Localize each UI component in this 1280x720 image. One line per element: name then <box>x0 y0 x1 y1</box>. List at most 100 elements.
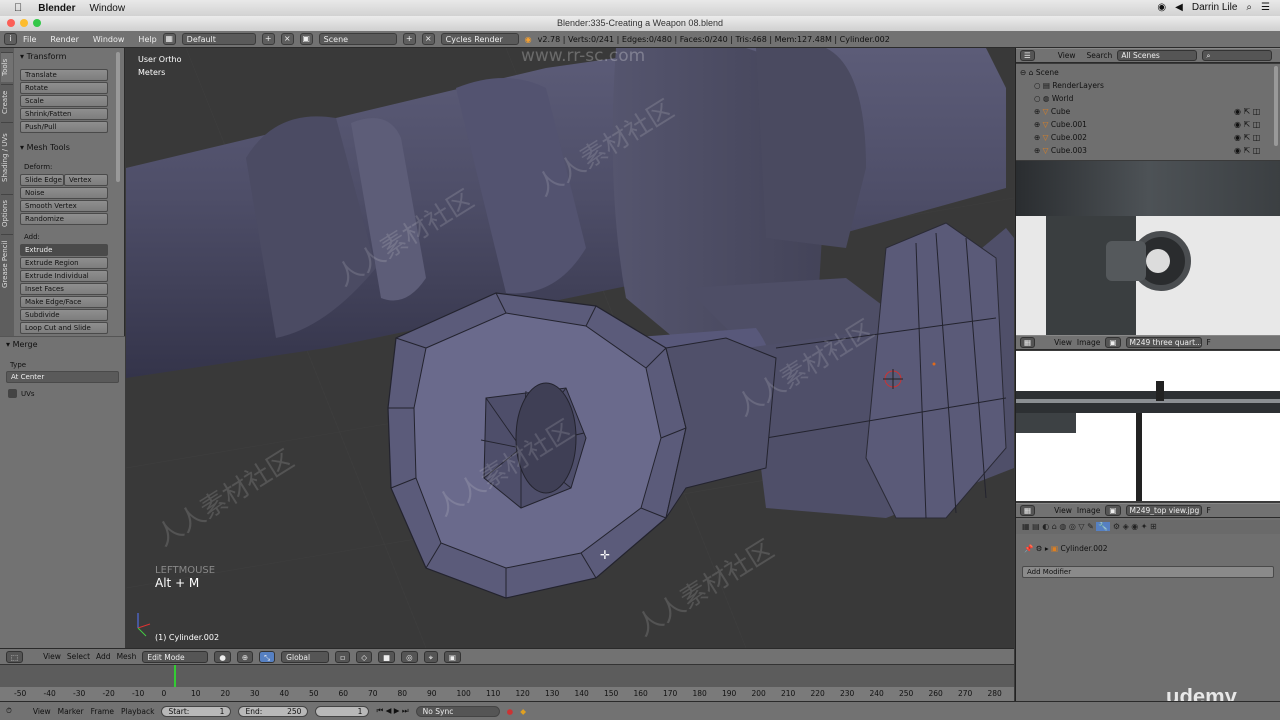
orientation-select[interactable]: Global <box>281 650 330 663</box>
image-editor-2-view-menu[interactable]: View <box>1054 506 1072 515</box>
zoom-window-button[interactable] <box>33 19 41 27</box>
current-frame-field[interactable]: 1 <box>315 705 370 717</box>
layout-add-button[interactable]: + <box>261 33 275 45</box>
make-edge-face-button[interactable]: Make Edge/Face <box>20 296 108 308</box>
timeline-menu-frame[interactable]: Frame <box>91 707 114 716</box>
translate-button[interactable]: Translate <box>20 69 108 81</box>
start-frame-field[interactable]: Start: 1 <box>161 705 232 717</box>
layout-remove-button[interactable]: × <box>280 33 294 45</box>
menu-help[interactable]: Help <box>138 35 156 44</box>
merge-panel-header[interactable]: ▾ Merge <box>6 340 38 349</box>
tab-tools[interactable]: Tools <box>1 52 13 82</box>
shrink-fatten-button[interactable]: Shrink/Fatten <box>20 108 108 120</box>
3d-viewport[interactable]: User Ortho Meters LEFTMOUSE Alt + M (1) … <box>126 48 1014 648</box>
tab-grease-pencil[interactable]: Grease Pencil <box>1 234 13 294</box>
tab-options[interactable]: Options <box>1 194 13 232</box>
pivot-select[interactable]: ⊕ <box>236 650 254 663</box>
render-preview-icon[interactable]: ▣ <box>443 650 462 663</box>
vertex-slide-button[interactable]: Vertex <box>64 174 108 186</box>
edge-select-mode-icon[interactable]: ◇ <box>356 650 373 663</box>
keying-icon[interactable]: ● <box>507 707 514 716</box>
window-menu[interactable]: Window <box>89 3 125 14</box>
add-modifier-select[interactable]: Add Modifier <box>1022 566 1274 578</box>
playback-controls[interactable]: ⏮ ◀ ▶ ⏭ <box>376 706 408 716</box>
tool-shelf-scrollbar[interactable] <box>116 52 120 182</box>
properties-tabs[interactable]: ▦ ▤ ◐ ⌂ ◍ ◎ ▽ ✎ 🔧 ⚙ ◈ ◉ ✦ ⊞ <box>1016 520 1280 534</box>
slide-edge-button[interactable]: Slide Edge <box>20 174 64 186</box>
menu-file[interactable]: File <box>23 35 36 44</box>
timeline[interactable]: -50 -40 -30 -20 -10 0 10 20 30 40 50 60 70 80 90 100 110… <box>0 664 1014 701</box>
render-engine-select[interactable]: Cycles Render <box>440 33 519 45</box>
outliner-editor-type-icon[interactable]: ☰ <box>1020 50 1035 61</box>
timeline-menu-view[interactable]: View <box>33 707 51 716</box>
outliner-view-menu[interactable]: View <box>1058 51 1076 60</box>
apple-icon[interactable]:  <box>14 2 22 14</box>
timeline-menu-marker[interactable]: Marker <box>58 707 84 716</box>
face-select-mode-icon[interactable]: ■ <box>378 650 396 663</box>
extrude-menu[interactable]: Extrude <box>20 244 108 256</box>
outliner-row-world[interactable]: ○ ◍ World <box>1034 92 1280 105</box>
timeline-menu-playback[interactable]: Playback <box>121 707 154 716</box>
outliner-scrollbar[interactable] <box>1274 66 1278 146</box>
keyframe-icon[interactable]: ◆ <box>520 707 526 716</box>
outliner-filter-select[interactable]: All Scenes <box>1117 50 1198 61</box>
merge-type-select[interactable]: At Center <box>6 371 119 383</box>
menu-add[interactable]: Add <box>96 652 111 661</box>
scene-field[interactable]: Scene <box>318 33 397 45</box>
wifi-icon[interactable]: ◉ <box>1157 2 1166 13</box>
proportional-edit-icon[interactable]: ◎ <box>401 650 418 663</box>
image-editor-1-image-menu[interactable]: Image <box>1077 338 1101 347</box>
image-editor-2-browse-icon[interactable]: ▣ <box>1105 505 1121 516</box>
user-name[interactable]: Darrin Lile <box>1192 2 1238 13</box>
vertex-select-mode-icon[interactable]: ▫ <box>335 650 351 663</box>
image-editor-1-view-menu[interactable]: View <box>1054 338 1072 347</box>
end-frame-field[interactable]: End: 250 <box>238 705 309 717</box>
3d-view-editor-type-icon[interactable]: ⬚ <box>6 650 24 663</box>
transform-panel-header[interactable]: ▾ Transform <box>20 52 66 61</box>
image-editor-2-fake-user[interactable]: F <box>1207 506 1211 515</box>
noise-button[interactable]: Noise <box>20 187 108 199</box>
shading-select[interactable]: ● <box>214 650 231 663</box>
info-editor-type-icon[interactable]: i <box>4 33 17 45</box>
menu-mesh[interactable]: Mesh <box>117 652 137 661</box>
subdivide-button[interactable]: Subdivide <box>20 309 108 321</box>
mode-select[interactable]: Edit Mode <box>142 650 209 663</box>
menu-render[interactable]: Render <box>50 35 78 44</box>
timeline-editor-type-icon[interactable]: ⏱ <box>6 706 12 716</box>
manipulator-icon[interactable]: ⤡ <box>259 650 276 663</box>
outliner-row-scene[interactable]: ⊖ ⌂ Scene <box>1020 66 1278 79</box>
outliner-row-renderlayers[interactable]: ○ ▤ RenderLayers <box>1034 79 1280 92</box>
layout-field[interactable]: Default <box>181 33 256 45</box>
app-menu[interactable]: Blender <box>38 3 75 14</box>
image-editor-1-fake-user[interactable]: F <box>1207 338 1211 347</box>
uvs-checkbox[interactable] <box>8 389 17 398</box>
volume-icon[interactable]: ◀ <box>1175 2 1183 13</box>
smooth-vertex-button[interactable]: Smooth Vertex <box>20 200 108 212</box>
image-editor-1-browse-icon[interactable]: ▣ <box>1105 337 1121 348</box>
randomize-button[interactable]: Randomize <box>20 213 108 225</box>
close-window-button[interactable] <box>7 19 15 27</box>
mesh-tools-panel-header[interactable]: ▾ Mesh Tools <box>20 143 70 152</box>
tab-create[interactable]: Create <box>1 84 13 120</box>
scene-browse-icon[interactable]: ▣ <box>299 33 313 45</box>
snap-icon[interactable]: ⌖ <box>423 650 438 663</box>
search-icon[interactable]: ⌕ <box>1246 2 1252 13</box>
image-editor-2-name-field[interactable]: M249_top view.jpg <box>1125 505 1202 516</box>
image-editor-1-name-field[interactable]: M249 three quart... <box>1125 337 1202 348</box>
rotate-button[interactable]: Rotate <box>20 82 108 94</box>
menu-view[interactable]: View <box>43 652 61 661</box>
visibility-icons[interactable]: ◉ ⇱ ◫ ◉ ⇱ ◫ ◉ ⇱ ◫ ◉ ⇱ ◫ <box>1234 105 1260 157</box>
tab-shading-uvs[interactable]: Shading / UVs <box>1 122 13 192</box>
menu-select[interactable]: Select <box>67 652 90 661</box>
outliner-search-input[interactable]: ⌕ <box>1202 50 1273 61</box>
inset-faces-button[interactable]: Inset Faces <box>20 283 108 295</box>
layout-browse-icon[interactable]: ▦ <box>162 33 176 45</box>
scene-remove-button[interactable]: × <box>421 33 435 45</box>
sync-select[interactable]: No Sync <box>415 705 500 717</box>
push-pull-button[interactable]: Push/Pull <box>20 121 108 133</box>
list-icon[interactable]: ☰ <box>1261 2 1270 13</box>
loop-cut-slide-button[interactable]: Loop Cut and Slide <box>20 322 108 334</box>
menu-window[interactable]: Window <box>93 35 125 44</box>
image-editor-2-type-icon[interactable]: ▦ <box>1020 505 1036 516</box>
timeline-ruler[interactable]: -50 -40 -30 -20 -10 0 10 20 30 40 50 60 70 80 90 100 110… <box>0 687 1014 701</box>
